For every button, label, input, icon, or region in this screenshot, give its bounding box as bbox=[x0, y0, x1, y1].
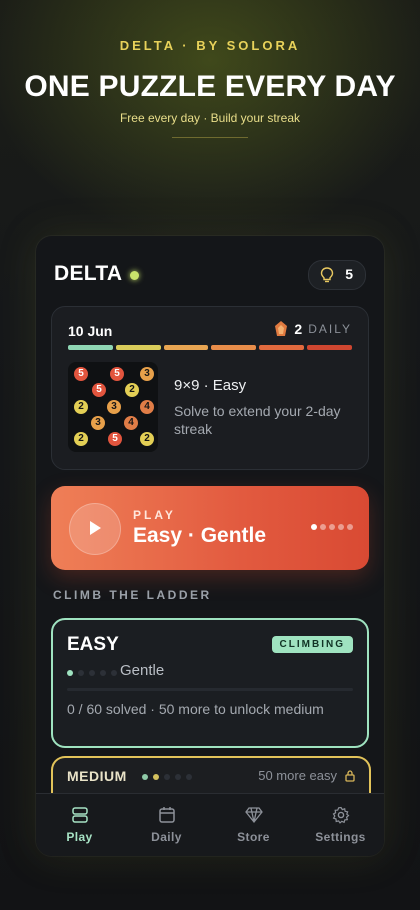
tab-settings[interactable]: Settings bbox=[297, 794, 384, 856]
app-screen: DELTA 5 10 Jun 2 DAILY 553 5 2 2 3 4 3 4… bbox=[36, 236, 384, 856]
play-button[interactable]: PLAY Easy · Gentle bbox=[51, 486, 369, 570]
level-dot bbox=[111, 670, 117, 676]
level-dot bbox=[175, 774, 181, 780]
board-tile: 5 bbox=[92, 383, 106, 397]
ladder-heading: CLIMB THE LADDER bbox=[53, 588, 212, 602]
app-logo: DELTA bbox=[54, 262, 123, 285]
level-dot bbox=[329, 524, 335, 530]
board-tile: 2 bbox=[140, 432, 154, 446]
board-tile: 2 bbox=[125, 383, 139, 397]
hints-button[interactable]: 5 bbox=[308, 260, 366, 290]
hero-divider bbox=[172, 137, 248, 138]
level-dot bbox=[347, 524, 353, 530]
calendar-icon bbox=[158, 807, 175, 823]
hero-headline: ONE PUZZLE EVERY DAY bbox=[24, 70, 396, 103]
level-dot bbox=[142, 774, 148, 780]
hints-count: 5 bbox=[345, 266, 353, 282]
board-tile: 3 bbox=[140, 367, 154, 381]
daily-puzzle-card[interactable]: 10 Jun 2 DAILY 5535223434252 9×9 · Easy … bbox=[51, 306, 369, 470]
medium-lock-text: 50 more easy bbox=[258, 768, 337, 783]
strip-segment bbox=[68, 345, 113, 350]
strip-segment bbox=[307, 345, 352, 350]
tab-label: Store bbox=[237, 830, 270, 844]
board-tile: 3 bbox=[91, 416, 105, 430]
board-tile: 5 bbox=[108, 432, 122, 446]
medium-level-dots bbox=[142, 774, 192, 780]
tab-bar: Play Daily Store Settings bbox=[36, 793, 384, 856]
puzzle-subtitle: Solve to extend your 2-day streak bbox=[174, 403, 341, 437]
easy-level: Gentle bbox=[120, 662, 165, 679]
lightbulb-icon bbox=[320, 267, 334, 283]
level-dot bbox=[186, 774, 192, 780]
tab-label: Play bbox=[66, 830, 93, 844]
medium-title: MEDIUM bbox=[67, 768, 127, 784]
easy-title: EASY bbox=[67, 634, 119, 655]
ladder-easy-card[interactable]: EASY CLIMBING Gentle 0 / 60 solved · 50 … bbox=[51, 618, 369, 748]
board-tile: 3 bbox=[107, 400, 121, 414]
strip-segment bbox=[259, 345, 305, 350]
puzzle-thumbnail: 5535223434252 bbox=[68, 362, 158, 452]
puzzle-title: 9×9 · Easy bbox=[174, 377, 247, 394]
board-tile: 5 bbox=[74, 367, 88, 381]
tab-daily[interactable]: Daily bbox=[123, 794, 210, 856]
level-dot bbox=[320, 524, 326, 530]
daily-date: 10 Jun bbox=[68, 323, 113, 339]
easy-progress-text: 0 / 60 solved · 50 more to unlock medium bbox=[67, 701, 324, 717]
hero-tagline: Free every day · Build your streak bbox=[119, 111, 301, 125]
play-kicker: PLAY bbox=[133, 508, 176, 522]
tab-store[interactable]: Store bbox=[210, 794, 297, 856]
tab-label: Daily bbox=[151, 830, 182, 844]
board-tile: 5 bbox=[110, 367, 124, 381]
board-tile: 4 bbox=[140, 400, 154, 414]
board-tile: 2 bbox=[74, 432, 88, 446]
gear-icon bbox=[332, 806, 349, 824]
play-icon bbox=[90, 521, 101, 535]
strip-segment bbox=[211, 345, 257, 350]
flame-icon bbox=[275, 321, 288, 336]
level-dot bbox=[100, 670, 106, 676]
play-stack-icon bbox=[71, 807, 88, 823]
play-level-dots bbox=[311, 524, 353, 530]
brand-label: DELTA · BY SOLORA bbox=[119, 38, 301, 53]
level-dot bbox=[89, 670, 95, 676]
level-dot bbox=[338, 524, 344, 530]
board-tile: 2 bbox=[74, 400, 88, 414]
easy-progress-bar bbox=[67, 688, 353, 691]
strip-segment bbox=[163, 345, 209, 350]
tab-label: Settings bbox=[315, 830, 366, 844]
streak-count: 2 bbox=[294, 321, 303, 337]
level-dot bbox=[67, 670, 73, 676]
status-dot bbox=[130, 271, 139, 280]
play-circle bbox=[69, 503, 121, 555]
tab-play[interactable]: Play bbox=[36, 794, 123, 856]
level-dot bbox=[78, 670, 84, 676]
status-badge: CLIMBING bbox=[271, 636, 353, 653]
level-dot bbox=[311, 524, 317, 530]
difficulty-strip bbox=[68, 345, 352, 350]
easy-level-dots bbox=[67, 670, 117, 676]
streak-label: DAILY bbox=[308, 322, 352, 336]
board-tile: 4 bbox=[124, 416, 138, 430]
play-title: Easy · Gentle bbox=[133, 524, 267, 547]
medium-lock: 50 more easy bbox=[258, 768, 355, 783]
lock-icon bbox=[345, 769, 355, 782]
diamond-icon bbox=[244, 807, 263, 824]
strip-segment bbox=[115, 345, 161, 350]
streak-indicator: 2 DAILY bbox=[274, 321, 352, 337]
level-dot bbox=[164, 774, 170, 780]
app-header: DELTA 5 bbox=[54, 258, 366, 292]
level-dot bbox=[153, 774, 159, 780]
